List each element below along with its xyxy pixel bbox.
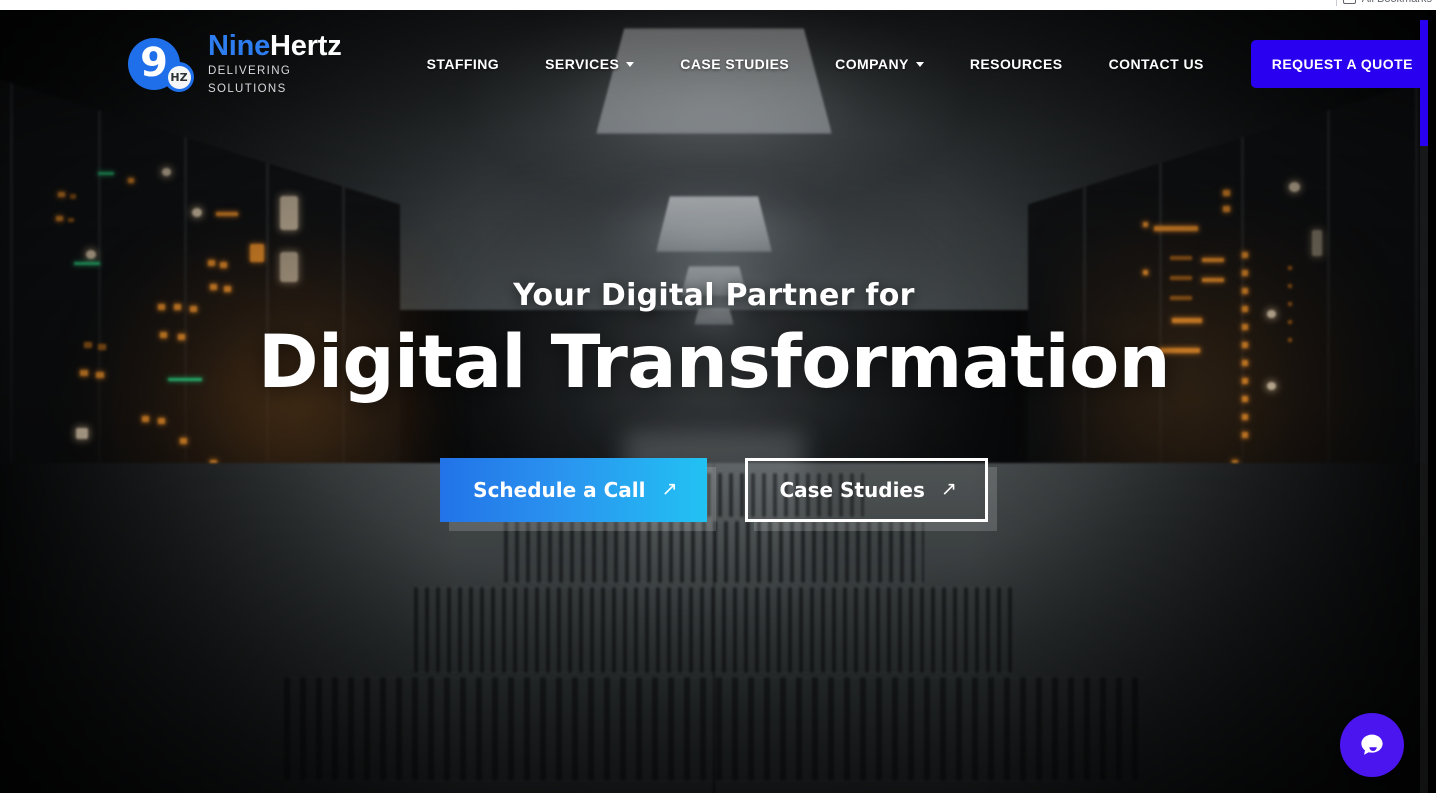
folder-icon	[1342, 0, 1356, 4]
nav-item-case-studies[interactable]: CASE STUDIES	[657, 56, 812, 72]
nav-item-company[interactable]: COMPANY	[812, 56, 947, 72]
nav-item-staffing[interactable]: STAFFING	[404, 56, 523, 72]
nav-label: RESOURCES	[969, 56, 1063, 72]
chevron-down-icon	[626, 61, 635, 67]
nav-label: CASE STUDIES	[680, 56, 790, 72]
main-navigation: STAFFING SERVICES CASE STUDIES COMPANY R…	[404, 40, 1428, 88]
all-bookmarks-label[interactable]: All Bookmarks	[1362, 0, 1432, 5]
arrow-up-right-icon: ↗	[940, 478, 957, 501]
nav-label: SERVICES	[545, 56, 620, 72]
nav-label: STAFFING	[426, 56, 500, 72]
hero-section: Your Digital Partner for Digital Transfo…	[0, 10, 1428, 793]
arrow-up-right-icon: ↗	[661, 478, 678, 501]
page-scrollbar-thumb[interactable]	[1420, 20, 1428, 146]
brand-name: NineHertz	[208, 30, 342, 62]
browser-chrome-sliver: All Bookmarks	[0, 0, 1436, 10]
brand-logo-link[interactable]: 9 HZ NineHertz DELIVERING SOLUTIONS	[128, 30, 342, 97]
schedule-a-call-button[interactable]: Schedule a Call ↗	[440, 457, 708, 522]
nav-label: CONTACT US	[1108, 56, 1204, 72]
bookmarks-bar: All Bookmarks	[1335, 0, 1432, 6]
logo-hz-badge: HZ	[164, 62, 194, 92]
web-page: 9 HZ NineHertz DELIVERING SOLUTIONS STAF…	[0, 10, 1428, 793]
page-scrollbar-track[interactable]	[1420, 20, 1428, 793]
chat-bubble-icon	[1361, 734, 1383, 755]
chevron-down-icon	[915, 61, 924, 67]
nav-item-resources[interactable]: RESOURCES	[947, 56, 1086, 72]
request-a-quote-button[interactable]: REQUEST A QUOTE	[1250, 40, 1428, 88]
ninehertz-logo-icon: 9 HZ	[128, 36, 202, 92]
site-header: 9 HZ NineHertz DELIVERING SOLUTIONS STAF…	[0, 10, 1428, 118]
hero-eyebrow: Your Digital Partner for	[513, 278, 915, 313]
nav-label: COMPANY	[835, 56, 909, 72]
case-studies-button[interactable]: Case Studies ↗	[745, 457, 988, 522]
brand-tagline: DELIVERING SOLUTIONS	[208, 64, 292, 95]
schedule-a-call-label: Schedule a Call	[473, 477, 646, 502]
nav-item-services[interactable]: SERVICES	[522, 56, 657, 72]
nav-item-contact-us[interactable]: CONTACT US	[1086, 56, 1227, 72]
chat-widget-button[interactable]	[1340, 713, 1404, 777]
hero-actions: Schedule a Call ↗ Case Studies ↗	[440, 457, 988, 522]
brand-name-second: Hertz	[270, 29, 342, 62]
logo-hz-text: HZ	[167, 65, 191, 89]
case-studies-label: Case Studies	[779, 477, 925, 502]
bookmark-separator	[1335, 0, 1337, 6]
hero-title: Digital Transformation	[257, 320, 1171, 405]
brand-wordmark: NineHertz DELIVERING SOLUTIONS	[208, 30, 342, 97]
brand-name-first: Nine	[208, 29, 271, 62]
